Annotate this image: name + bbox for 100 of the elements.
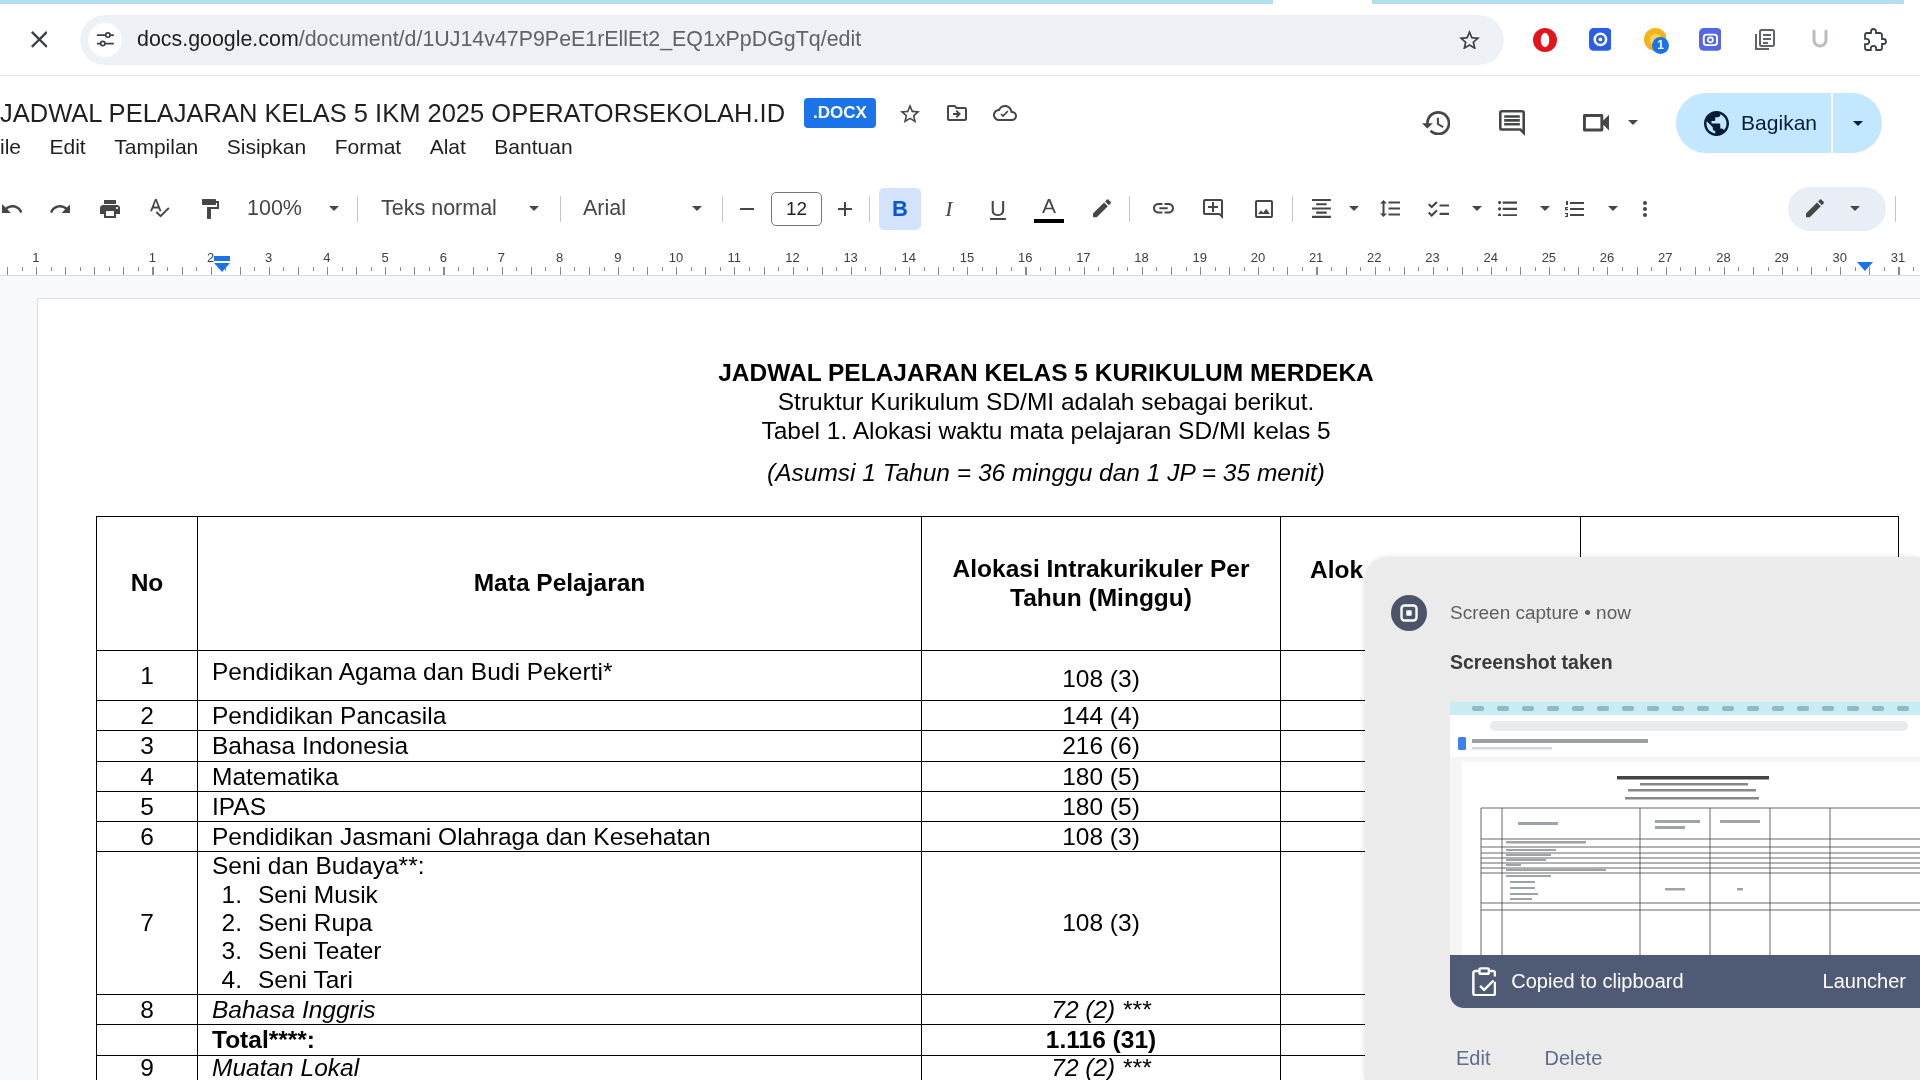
bold-button[interactable]: B — [879, 187, 921, 230]
document-icon[interactable] — [1755, 28, 1775, 51]
ruler-number: 23 — [1425, 250, 1440, 265]
url-text: docs.google.com/document/d/1UJ14v47P9PeE1rEllEt2_EQ1xPpDGgTq/edit — [137, 27, 862, 52]
table-cell: 7 — [96, 852, 198, 995]
ruler-number: 27 — [1658, 250, 1673, 265]
ruler-number: 17 — [1076, 250, 1091, 265]
table-cell: 1 — [96, 650, 198, 701]
ruler-number: 28 — [1716, 250, 1731, 265]
list-number: 2. — [220, 909, 242, 938]
table-cell: 108 (3) — [921, 650, 1281, 701]
printer-icon — [100, 199, 120, 218]
site-info-button[interactable] — [88, 22, 122, 57]
ruler-number: 11 — [727, 250, 741, 265]
ruler-number: 7 — [497, 250, 506, 265]
line-spacing-icon — [1379, 200, 1401, 217]
note-paragraph: (Asumsi 1 Tahun = 36 minggu dan 1 JP = 35 menit) — [766, 458, 1326, 487]
history-icon — [1421, 110, 1450, 136]
table-cell: IPAS — [197, 791, 922, 822]
underline-button[interactable]: U — [977, 187, 1019, 230]
ruler-number: 1 — [32, 250, 40, 265]
ruler-number: 26 — [1599, 250, 1615, 265]
ruler-number: 5 — [381, 250, 389, 265]
table-cell: Matematika — [197, 761, 922, 792]
list-number: 1. — [220, 880, 242, 910]
table-cell: Bahasa Indonesia — [197, 730, 922, 762]
close-icon — [30, 31, 48, 48]
table-cell: 216 (6) — [921, 730, 1281, 762]
table-cell: 3 — [96, 730, 198, 762]
menu-item[interactable]: Format — [334, 135, 402, 159]
ring-icon[interactable] — [1533, 27, 1557, 52]
link-icon — [1152, 203, 1174, 214]
version-history-button[interactable] — [1421, 110, 1450, 136]
caret-icon — [1852, 120, 1863, 126]
zoom-select[interactable]: 100% — [242, 190, 345, 227]
ruler-number: 14 — [901, 250, 917, 265]
puzzle-icon[interactable] — [1863, 28, 1887, 51]
star-icon[interactable] — [1459, 29, 1480, 50]
star-icon[interactable] — [899, 103, 920, 123]
menu-item[interactable]: Bantuan — [494, 135, 573, 159]
circle-square-icon[interactable] — [1588, 28, 1612, 51]
pen-icon — [1806, 199, 1824, 218]
menu-item[interactable]: Edit — [49, 135, 86, 159]
paragraph: Struktur Kurikulum SD/MI adalah sebagai berikut. — [776, 387, 1316, 416]
folder-arrow-icon[interactable] — [946, 105, 967, 121]
ruler-number: 29 — [1774, 250, 1789, 265]
close-button[interactable] — [29, 29, 49, 50]
video-call-button[interactable] — [1583, 114, 1639, 132]
list-item-text: Seni Tari — [258, 965, 353, 994]
font-size-field[interactable]: 12 — [771, 191, 822, 226]
more-icon — [1643, 200, 1647, 217]
ruler-number: 2 — [206, 250, 215, 265]
bulleted-list-icon — [1498, 200, 1518, 217]
ruler-number: 30 — [1832, 250, 1848, 265]
ruler-number: 9 — [614, 250, 622, 265]
launcher-link[interactable]: Launcher — [1822, 970, 1906, 993]
italic-button[interactable]: I — [928, 187, 970, 230]
ruler-number: 16 — [1017, 250, 1033, 265]
comments-button[interactable] — [1499, 110, 1525, 136]
ruler-number: 31 — [1890, 250, 1906, 265]
address-bar[interactable]: docs.google.com/document/d/1UJ14v47P9PeE1rEllEt2_EQ1xPpDGgTq/edit — [80, 14, 1504, 65]
list-item-text: Seni Musik — [258, 880, 378, 910]
menu-item[interactable]: Sisipkan — [226, 135, 307, 159]
menu-item[interactable]: Alat — [429, 135, 466, 159]
share-button[interactable]: Bagikan — [1676, 93, 1831, 153]
list-item-text: Seni Rupa — [258, 909, 373, 938]
ruler-number: 6 — [439, 250, 447, 265]
caret-icon — [1472, 206, 1482, 211]
ruler-number: 24 — [1483, 250, 1498, 265]
caret-icon — [1608, 206, 1618, 211]
paragraph-style-select[interactable]: Teks normal — [370, 190, 545, 227]
text-color-button[interactable]: A — [1028, 187, 1070, 230]
clipboard-check-icon — [1472, 966, 1497, 997]
table-cell: 144 (4) — [921, 700, 1281, 731]
numbered-list-icon — [1565, 200, 1584, 217]
table-cell: Pendidikan Pancasila — [197, 700, 922, 731]
table-cell: Total****: — [197, 1024, 922, 1056]
menu-item[interactable]: ile — [0, 135, 21, 159]
font-select[interactable]: Arial — [574, 190, 708, 227]
table-cell: 108 (3) — [921, 821, 1281, 852]
ruler-number: 19 — [1192, 250, 1207, 265]
list-number: 3. — [220, 937, 242, 966]
column-header: Alokasi Intrakurikuler Per Tahun (Minggu) — [921, 516, 1281, 651]
table-cell: 5 — [96, 791, 198, 822]
ruler-number: 8 — [556, 250, 564, 265]
table-cell: 108 (3) — [921, 852, 1281, 995]
document-title[interactable]: JADWAL PELAJARAN KELAS 5 IKM 2025 OPERATORSEKOLAH.ID — [0, 98, 786, 128]
column-header: Mata Pelajaran — [197, 516, 922, 651]
notification-action-button[interactable]: Delete — [1544, 1046, 1603, 1070]
menu-item[interactable]: Tampilan — [114, 135, 199, 159]
table-cell: Pendidikan Agama dan Budi Pekerti* — [197, 650, 922, 701]
list-item-text: Seni Teater — [258, 937, 382, 966]
comment-icon — [1499, 110, 1525, 136]
camera-square-icon[interactable] — [1698, 28, 1722, 51]
redo-icon — [49, 203, 71, 214]
table-cell-text: Seni dan Budaya**: — [212, 852, 426, 881]
editing-mode-button[interactable] — [1788, 186, 1886, 231]
notification-action-button[interactable]: Edit — [1456, 1046, 1491, 1070]
cloud-check-icon[interactable] — [992, 105, 1017, 121]
caret-icon — [1850, 206, 1860, 211]
